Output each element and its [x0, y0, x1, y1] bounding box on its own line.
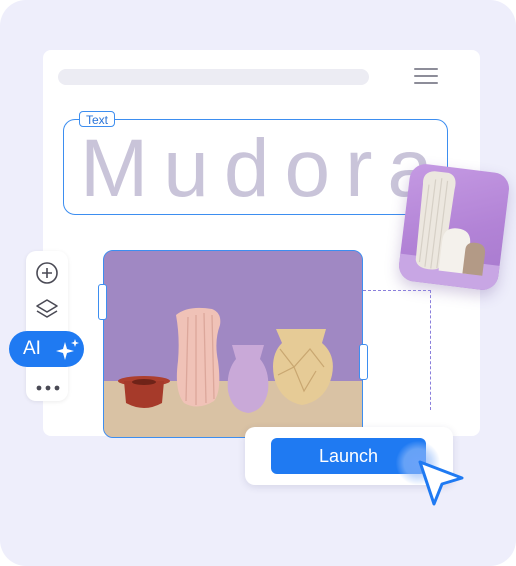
left-resize-handle[interactable] — [98, 284, 107, 320]
sparkle-icon — [56, 339, 79, 360]
floating-image-card[interactable] — [397, 162, 511, 292]
more-dots-icon[interactable] — [36, 378, 60, 391]
plus-circle-icon[interactable] — [35, 261, 59, 285]
vases-thumbnail-image — [397, 171, 500, 292]
app-stage: Text Mudora AI Launch — [0, 0, 516, 566]
headline-text[interactable]: Mudora — [80, 126, 440, 212]
vases-photo — [104, 251, 362, 437]
ai-button-label: AI — [23, 338, 41, 359]
hamburger-icon[interactable] — [414, 68, 438, 86]
selected-photo[interactable] — [103, 250, 363, 438]
ai-button[interactable]: AI — [9, 331, 84, 367]
cursor-icon — [418, 460, 464, 506]
address-bar[interactable] — [58, 69, 369, 85]
layers-icon[interactable] — [35, 297, 59, 321]
drop-guide — [363, 290, 431, 410]
